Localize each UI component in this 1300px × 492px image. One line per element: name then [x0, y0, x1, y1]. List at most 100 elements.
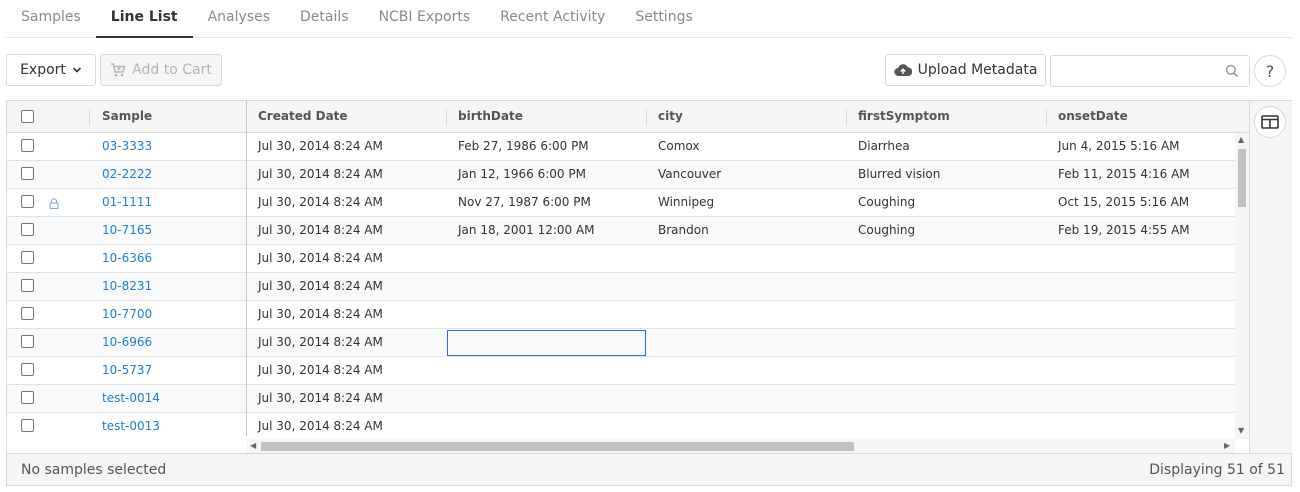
sample-link[interactable]: 10-6966	[90, 329, 246, 356]
row-checkbox[interactable]	[21, 363, 34, 376]
birthdate-cell[interactable]	[446, 301, 646, 328]
sample-link[interactable]: test-0013	[90, 413, 246, 439]
row-checkbox[interactable]	[21, 251, 34, 264]
upload-metadata-button[interactable]: Upload Metadata	[885, 54, 1046, 86]
search-icon[interactable]	[1225, 64, 1239, 78]
firstsymptom-cell[interactable]	[846, 385, 1046, 412]
city-cell[interactable]	[646, 385, 846, 412]
firstsymptom-cell[interactable]	[846, 357, 1046, 384]
birthdate-cell[interactable]	[446, 245, 646, 272]
birthdate-cell[interactable]: Feb 27, 1986 6:00 PM	[446, 133, 646, 160]
table-row[interactable]: 10-6366 Jul 30, 2014 8:24 AM	[7, 245, 1235, 273]
birthdate-cell[interactable]: Nov 27, 1987 6:00 PM	[446, 189, 646, 216]
created-date-cell[interactable]: Jul 30, 2014 8:24 AM	[246, 189, 446, 216]
columns-panel-button[interactable]	[1254, 106, 1286, 138]
birthdate-cell[interactable]: Jan 12, 1966 6:00 PM	[446, 161, 646, 188]
tab-settings[interactable]: Settings	[620, 0, 707, 38]
table-row[interactable]: 10-8231 Jul 30, 2014 8:24 AM	[7, 273, 1235, 301]
table-row[interactable]: 03-3333 Jul 30, 2014 8:24 AM Feb 27, 1986 …	[7, 133, 1235, 161]
row-checkbox[interactable]	[21, 335, 34, 348]
sample-link[interactable]: 10-7165	[90, 217, 246, 244]
scroll-up-icon[interactable]: ▲	[1238, 135, 1244, 144]
tab-analyses[interactable]: Analyses	[193, 0, 285, 38]
created-date-cell[interactable]: Jul 30, 2014 8:24 AM	[246, 357, 446, 384]
created-date-cell[interactable]: Jul 30, 2014 8:24 AM	[246, 161, 446, 188]
row-checkbox[interactable]	[21, 307, 34, 320]
created-date-cell[interactable]: Jul 30, 2014 8:24 AM	[246, 245, 446, 272]
tab-details[interactable]: Details	[285, 0, 364, 38]
column-header-sample[interactable]: Sample	[90, 101, 152, 132]
sample-link[interactable]: test-0014	[90, 385, 246, 412]
focused-cell[interactable]	[447, 330, 646, 356]
sample-link[interactable]: 03-3333	[90, 133, 246, 160]
onsetdate-cell[interactable]: Jun 4, 2015 5:16 AM	[1046, 133, 1235, 160]
created-date-cell[interactable]: Jul 30, 2014 8:24 AM	[246, 217, 446, 244]
scroll-right-icon[interactable]: ▶	[1224, 441, 1230, 450]
vertical-scrollbar[interactable]: ▲ ▼	[1235, 133, 1249, 439]
table-row[interactable]: test-0013 Jul 30, 2014 8:24 AM	[7, 413, 1235, 439]
firstsymptom-cell[interactable]	[846, 301, 1046, 328]
row-checkbox[interactable]	[21, 167, 34, 180]
add-to-cart-button[interactable]: Add to Cart	[100, 54, 222, 86]
onsetdate-cell[interactable]	[1046, 301, 1235, 328]
select-all-checkbox[interactable]	[21, 110, 34, 123]
firstsymptom-cell[interactable]	[846, 413, 1046, 439]
city-cell[interactable]	[646, 273, 846, 300]
birthdate-cell[interactable]	[446, 357, 646, 384]
scroll-down-icon[interactable]: ▼	[1238, 426, 1244, 435]
sample-link[interactable]: 10-8231	[90, 273, 246, 300]
birthdate-cell[interactable]	[446, 273, 646, 300]
row-checkbox[interactable]	[21, 195, 34, 208]
horizontal-scrollbar[interactable]: ◀ ▶	[247, 439, 1235, 453]
vertical-scroll-thumb[interactable]	[1238, 149, 1246, 207]
column-header-city[interactable]: city	[646, 101, 683, 132]
created-date-cell[interactable]: Jul 30, 2014 8:24 AM	[246, 273, 446, 300]
tab-ncbi-exports[interactable]: NCBI Exports	[364, 0, 486, 38]
row-checkbox[interactable]	[21, 279, 34, 292]
sample-link[interactable]: 01-1111	[90, 189, 246, 216]
tab-line-list[interactable]: Line List	[95, 0, 193, 38]
table-row[interactable]: 10-7165 Jul 30, 2014 8:24 AM Jan 18, 2001 …	[7, 217, 1235, 245]
created-date-cell[interactable]: Jul 30, 2014 8:24 AM	[246, 385, 446, 412]
city-cell[interactable]: Brandon	[646, 217, 846, 244]
firstsymptom-cell[interactable]: Coughing	[846, 189, 1046, 216]
sample-link[interactable]: 02-2222	[90, 161, 246, 188]
search-input[interactable]	[1051, 56, 1221, 86]
onsetdate-cell[interactable]	[1046, 385, 1235, 412]
table-row[interactable]: test-0014 Jul 30, 2014 8:24 AM	[7, 385, 1235, 413]
firstsymptom-cell[interactable]	[846, 245, 1046, 272]
help-button[interactable]: ?	[1254, 55, 1286, 87]
city-cell[interactable]: Winnipeg	[646, 189, 846, 216]
tab-recent-activity[interactable]: Recent Activity	[485, 0, 620, 38]
column-header-firstsymptom[interactable]: firstSymptom	[846, 101, 950, 132]
firstsymptom-cell[interactable]: Diarrhea	[846, 133, 1046, 160]
city-cell[interactable]	[646, 329, 846, 356]
city-cell[interactable]	[646, 357, 846, 384]
city-cell[interactable]: Vancouver	[646, 161, 846, 188]
birthdate-cell[interactable]	[446, 413, 646, 439]
column-header-birthdate[interactable]: birthDate	[446, 101, 523, 132]
table-row[interactable]: 10-5737 Jul 30, 2014 8:24 AM	[7, 357, 1235, 385]
row-checkbox[interactable]	[21, 391, 34, 404]
city-cell[interactable]	[646, 245, 846, 272]
firstsymptom-cell[interactable]	[846, 329, 1046, 356]
onsetdate-cell[interactable]: Feb 11, 2015 4:16 AM	[1046, 161, 1235, 188]
row-checkbox[interactable]	[21, 139, 34, 152]
onsetdate-cell[interactable]	[1046, 357, 1235, 384]
firstsymptom-cell[interactable]	[846, 273, 1046, 300]
city-cell[interactable]	[646, 413, 846, 439]
table-row[interactable]: 01-1111 Jul 30, 2014 8:24 AM Nov 27, 1987 …	[7, 189, 1235, 217]
onsetdate-cell[interactable]: Oct 15, 2015 5:16 AM	[1046, 189, 1235, 216]
birthdate-cell[interactable]	[446, 385, 646, 412]
firstsymptom-cell[interactable]: Blurred vision	[846, 161, 1046, 188]
onsetdate-cell[interactable]	[1046, 329, 1235, 356]
city-cell[interactable]: Comox	[646, 133, 846, 160]
scroll-left-icon[interactable]: ◀	[250, 441, 256, 450]
row-checkbox[interactable]	[21, 419, 34, 432]
onsetdate-cell[interactable]	[1046, 273, 1235, 300]
tab-samples[interactable]: Samples	[6, 0, 96, 38]
birthdate-cell[interactable]: Jan 18, 2001 12:00 AM	[446, 217, 646, 244]
city-cell[interactable]	[646, 301, 846, 328]
created-date-cell[interactable]: Jul 30, 2014 8:24 AM	[246, 301, 446, 328]
column-header-onsetdate[interactable]: onsetDate	[1046, 101, 1128, 132]
